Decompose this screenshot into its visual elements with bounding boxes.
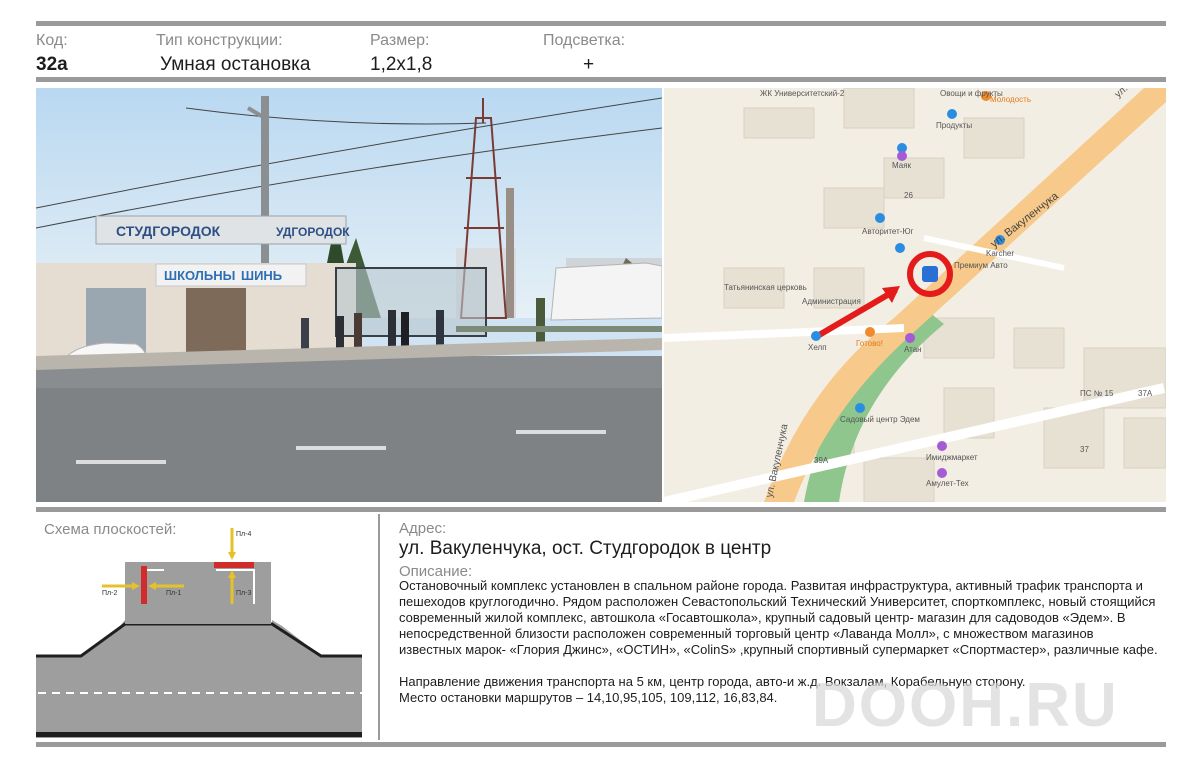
plane-label-1: Пл-1 — [166, 590, 181, 597]
map-label-15: Садовый центр Эдем — [840, 415, 920, 424]
top-rule — [36, 21, 1166, 26]
map-illustration: ЖК Университетский-2 ул. Вакуленчука Ово… — [664, 88, 1166, 502]
map-label-17: 39А — [814, 456, 829, 465]
location-map: ЖК Университетский-2 ул. Вакуленчука Ово… — [664, 88, 1166, 502]
stop-sign-text-2: УДГОРОДОК — [276, 225, 350, 239]
plane-scheme-diagram: Пл-2 Пл-1 Пл-3 Пл-4 — [36, 528, 362, 738]
type-value: Умная остановка — [160, 54, 311, 75]
map-label-10: Татьянинская церковь — [724, 283, 807, 292]
bus-stop-photo-illustration: СТУДГОРОДОК УДГОРОДОК ШКОЛЬНЫ ШИНЬ — [36, 88, 662, 502]
map-label-9: Премиум Авто — [954, 261, 1008, 270]
map-label-6: 26 — [904, 191, 913, 200]
header-rule — [36, 77, 1166, 82]
stop-sign-text: СТУДГОРОДОК — [116, 223, 221, 239]
map-label-3: Молодость — [990, 95, 1031, 104]
plane-label-2: Пл-2 — [102, 590, 117, 597]
address-value: ул. Вакуленчука, ост. Студгородок в цент… — [399, 538, 772, 559]
plane-4-top — [214, 562, 254, 568]
middle-rule — [36, 507, 1166, 512]
shop-sign-2: ШИНЬ — [241, 268, 282, 283]
watermark: DOOH.RU — [812, 671, 1119, 740]
address-label: Адрес: — [399, 520, 447, 537]
location-photo: СТУДГОРОДОК УДГОРОДОК ШКОЛЬНЫ ШИНЬ — [36, 88, 662, 502]
type-label: Тип конструкции: — [156, 32, 283, 49]
description-paragraph-1: Остановочный комплекс установлен в спаль… — [399, 578, 1158, 657]
map-label-13: Готово! — [856, 339, 883, 348]
plane-label-4: Пл-4 — [236, 531, 251, 538]
map-label-14: Атан — [904, 345, 922, 354]
bottom-rule — [36, 742, 1166, 747]
size-value: 1,2х1,8 — [370, 54, 433, 75]
size-label: Размер: — [370, 32, 430, 49]
lighting-label: Подсветка: — [543, 32, 626, 49]
map-label-4: Продукты — [936, 121, 972, 130]
map-label-19: ПС № 15 — [1080, 389, 1114, 398]
lighting-value: + — [583, 54, 595, 75]
map-label-0: ЖК Университетский-2 — [760, 89, 845, 98]
map-label-18: Амулет-Тех — [926, 479, 969, 488]
map-label-21: 37 — [1080, 445, 1089, 454]
map-label-20: 37А — [1138, 389, 1153, 398]
plane-1-left — [141, 566, 147, 604]
code-value: 32а — [36, 54, 68, 75]
map-label-8: Karcher — [986, 249, 1014, 258]
map-label-5: Маяк — [892, 161, 912, 170]
map-label-16: Имиджмаркет — [926, 453, 978, 462]
plane-label-3: Пл-3 — [236, 590, 251, 597]
code-label: Код: — [36, 32, 68, 49]
map-label-7: Авторитет-Юг — [862, 227, 914, 236]
map-label-12: Хелп — [808, 343, 827, 352]
shop-sign: ШКОЛЬНЫ — [164, 268, 235, 283]
map-label-11: Администрация — [802, 297, 861, 306]
